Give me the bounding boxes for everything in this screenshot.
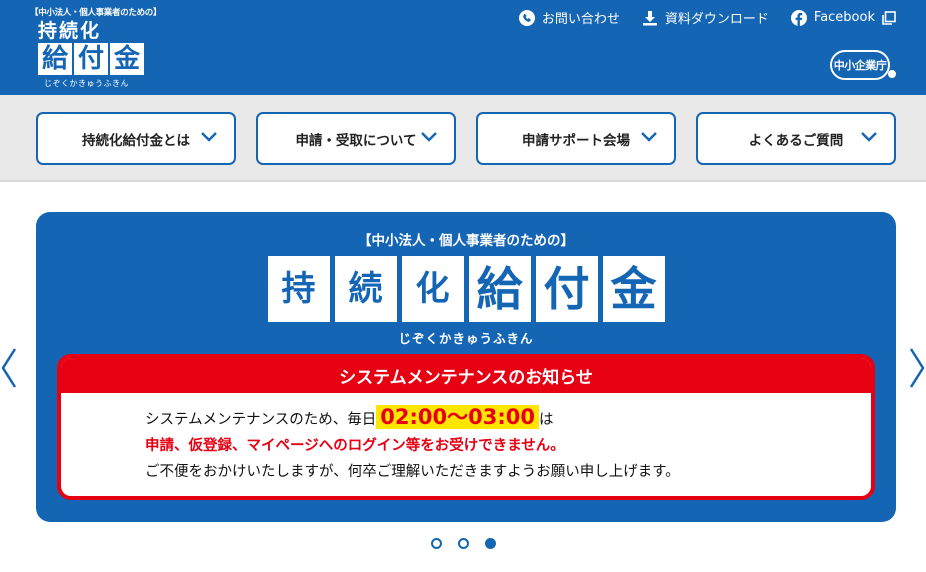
site-logo[interactable]: 【中小法人・個人事業者のための】 持 続 化 給 付 金 じぞくかきゅうふきん [30,6,162,90]
nav-about[interactable]: 持続化給付金とは [36,112,236,165]
hero-title-char: 金 [602,256,665,322]
nav-support-venue[interactable]: 申請サポート会場 [476,112,676,165]
chevron-right-icon [909,348,925,388]
facebook-link[interactable]: Facebook [790,9,896,26]
site-header: 【中小法人・個人事業者のための】 持 続 化 給 付 金 じぞくかきゅうふきん … [0,0,926,95]
main-nav: 持続化給付金とは 申請・受取について 申請サポート会場 よくあるご質問 [0,95,926,182]
notice-line-2: 申請、仮登録、マイページへのログイン等をお受けできません。 [145,438,565,454]
carousel-dot-3[interactable] [484,538,496,549]
carousel-prev-button[interactable] [0,347,18,393]
contact-link[interactable]: お問い合わせ [518,8,620,27]
logo-tile: 金 [110,43,144,75]
notice-line-3: ご不便をおかけいたしますが、何卒ご理解いただきますようお願い申し上げます。 [145,464,680,480]
logo-row-top: 持 続 化 [30,20,145,42]
carousel-dot-1[interactable] [430,538,442,549]
carousel-dot-2[interactable] [457,538,469,549]
contact-link-label: お問い合わせ [541,12,620,27]
download-icon [642,10,658,26]
agency-logo-text: 中小企業庁 [830,50,890,80]
logo-row-bottom: 給 付 金 [30,43,145,75]
hero-title-char: 化 [401,256,464,322]
nav-label: よくあるご質問 [748,132,844,149]
maintenance-time: 02:00～03:00 [376,405,539,429]
top-links: お問い合わせ 資料ダウンロード Facebook [518,8,896,27]
logo-tagline: 【中小法人・個人事業者のための】 [30,8,162,18]
chevron-down-icon [861,132,877,142]
hero-subtitle: 【中小法人・個人事業者のための】 [358,233,574,249]
logo-tile: 給 [38,43,72,75]
carousel-pagination [0,538,926,549]
hero-title-char: 付 [535,256,598,322]
hero-title: 持 続 化 給 付 金 [36,256,896,322]
chevron-down-icon [421,132,437,142]
carousel-next-button[interactable] [908,347,926,393]
notice-body: システムメンテナンスのため、毎日 02:00～03:00 は 申請、仮登録、マイペー… [61,393,871,485]
maintenance-notice: システムメンテナンスのお知らせ システムメンテナンスのため、毎日 02:00～03… [57,354,875,500]
notice-line-1-suffix: は [538,412,554,428]
hero-banner[interactable]: 【中小法人・個人事業者のための】 持 続 化 給 付 金 じぞくかきゅうふきん … [36,212,896,522]
notice-line-1-prefix: システムメンテナンスのため、毎日 [145,412,377,428]
nav-application[interactable]: 申請・受取について [256,112,456,165]
hero-kana: じぞくかきゅうふきん [398,331,534,346]
logo-tile: 付 [74,43,108,75]
hero-title-char: 持 [267,256,330,322]
hero-title-char: 続 [334,256,397,322]
notice-line-1: システムメンテナンスのため、毎日 02:00～03:00 は [145,405,871,433]
agency-logo-dot [888,70,896,78]
chevron-down-icon [641,132,657,142]
phone-icon [518,9,535,26]
external-link-icon [882,10,896,25]
hero-title-char: 給 [468,256,531,322]
notice-heading: システムメンテナンスのお知らせ [61,358,871,393]
agency-logo[interactable]: 中小企業庁 [830,48,896,82]
download-link[interactable]: 資料ダウンロード [642,8,769,27]
facebook-link-label: Facebook [813,10,875,25]
chevron-down-icon [201,132,217,142]
logo-kana: じぞくかきゅうふきん [44,79,129,88]
chevron-left-icon [1,348,17,388]
download-link-label: 資料ダウンロード [664,12,769,27]
nav-label: 持続化給付金とは [82,132,190,149]
nav-faq[interactable]: よくあるご質問 [696,112,896,165]
nav-label: 申請・受取について [295,132,417,149]
nav-label: 申請サポート会場 [522,132,630,149]
logo-char: 化 [80,20,100,42]
facebook-icon [790,9,807,26]
logo-char: 持 [38,20,58,42]
logo-char: 続 [59,20,79,42]
